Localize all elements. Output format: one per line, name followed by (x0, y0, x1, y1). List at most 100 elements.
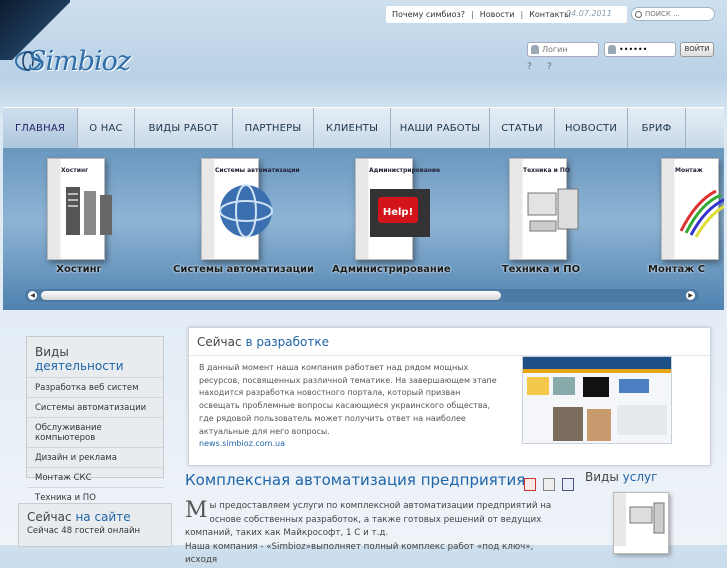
services-title: Виды услуг (585, 470, 657, 484)
contacts-link[interactable]: Контакты (529, 10, 570, 19)
product-box: Администрирование Help! (355, 158, 440, 260)
dev-title-accent: в разработке (245, 335, 330, 349)
print-icon[interactable] (542, 478, 555, 491)
current-date: 04.07.2011 (566, 9, 612, 18)
article-dropcap: М (185, 498, 208, 523)
activities-title-plain: Виды (35, 345, 69, 359)
dev-title: Сейчас в разработке (197, 335, 329, 349)
screenshot-thumb (583, 377, 609, 397)
activity-item-sks[interactable]: Монтаж СКС (27, 468, 163, 488)
nav-item-work-types[interactable]: ВИДЫ РАБОТ (135, 108, 233, 148)
article-body: М ы предоставляем услуги по комплексной … (185, 500, 555, 568)
services-title-plain: Виды (585, 470, 619, 484)
in-development-panel: Сейчас в разработке В данный момент наша… (188, 327, 711, 466)
nav-item-our-works[interactable]: НАШИ РАБОТЫ (391, 108, 490, 148)
nav-item-news[interactable]: НОВОСТИ (555, 108, 628, 148)
search-input[interactable] (642, 10, 707, 18)
scroll-thumb[interactable] (41, 291, 501, 300)
user-icon (531, 45, 539, 54)
activity-item-design[interactable]: Дизайн и реклама (27, 448, 163, 468)
screenshot-photo (587, 409, 611, 441)
services-title-accent: услуг (622, 470, 658, 484)
search-icon (635, 10, 642, 18)
globe-icon (219, 184, 273, 238)
dev-description-text: В данный момент наша компания работает н… (199, 363, 497, 436)
nav-item-clients[interactable]: КЛИЕНТЫ (314, 108, 391, 148)
nav-item-articles[interactable]: СТАТЬИ (490, 108, 555, 148)
article-text-2: Наша компания - «Simbioz»выполняет полны… (185, 541, 534, 566)
dev-title-plain: Сейчас (197, 335, 242, 349)
login-field[interactable] (527, 42, 599, 57)
email-icon[interactable] (561, 478, 574, 491)
search-box[interactable] (631, 7, 715, 21)
online-title: Сейчас на сайте (19, 504, 171, 526)
nav-item-partners[interactable]: ПАРТНЕРЫ (233, 108, 314, 148)
online-panel: Сейчас на сайте Сейчас 48 гостей онлайн (18, 503, 172, 547)
product-box: Хостинг (47, 158, 112, 260)
slider-caption: Хостинг (56, 264, 102, 275)
server-rack-icon (66, 187, 112, 235)
computer-equipment-icon (614, 493, 665, 546)
dev-description: В данный момент наша компания работает н… (199, 362, 499, 451)
slider-caption: Администрирование (332, 264, 451, 275)
nav-item-brief[interactable]: БРИФ (628, 108, 686, 148)
separator: | (471, 10, 474, 19)
box-label: Монтаж (675, 167, 703, 174)
activities-title: Виды деятельности (27, 337, 163, 378)
screenshot-header (523, 357, 671, 369)
online-title-accent: на сайте (75, 510, 131, 524)
password-field[interactable] (604, 42, 676, 57)
slider-caption: Монтаж С (648, 264, 706, 275)
product-box: Монтаж (661, 158, 724, 260)
slider-item-installation[interactable]: Монтаж Монтаж С (648, 158, 724, 278)
product-slider: Хостинг Хостинг Системы автоматизации Си… (3, 148, 724, 310)
login-button[interactable]: ВОЙТИ (680, 42, 714, 57)
why-simbioz-link[interactable]: Почему симбиоз? (392, 10, 465, 19)
activity-item-automation[interactable]: Системы автоматизации (27, 398, 163, 418)
online-count-text: Сейчас 48 гостей онлайн (27, 526, 141, 536)
register-icon[interactable]: ? (547, 62, 561, 76)
product-box: Системы автоматизации (201, 158, 300, 260)
key-icon (608, 45, 616, 54)
nav-item-home[interactable]: ГЛАВНАЯ (3, 108, 78, 148)
box-label: Техника и ПО (523, 167, 571, 174)
article-tools (524, 478, 578, 494)
password-input[interactable] (616, 44, 671, 55)
product-box: Техника и ПО (509, 158, 579, 260)
site-logo[interactable]: Simbioz (14, 44, 131, 84)
login-input[interactable] (539, 44, 594, 55)
online-title-plain: Сейчас (27, 510, 72, 524)
forgot-password-icon[interactable]: ? (527, 62, 541, 76)
screenshot-thumb (553, 377, 575, 395)
news-portal-screenshot[interactable] (522, 356, 672, 444)
box-label: Системы автоматизации (215, 167, 300, 174)
slider-item-hardware[interactable]: Техника и ПО Техника и ПО (502, 158, 626, 278)
activities-title-accent: деятельности (35, 359, 124, 373)
nav-item-about[interactable]: О НАС (78, 108, 135, 148)
screenshot-thumb (527, 377, 549, 395)
news-portal-link[interactable]: news.simbioz.com.ua (199, 439, 285, 448)
scroll-right-icon[interactable]: ▶ (686, 291, 695, 300)
activity-item-maintenance[interactable]: Обслуживание компьютеров (27, 418, 163, 448)
screenshot-photo (553, 407, 583, 441)
activity-item-web[interactable]: Разработка веб систем (27, 378, 163, 398)
news-link[interactable]: Новости (480, 10, 515, 19)
screenshot-bar (523, 369, 671, 373)
computer-equipment-icon (527, 188, 579, 232)
help-badge: Help! (383, 207, 413, 218)
screenshot-text-block (617, 405, 667, 435)
cables-icon (679, 189, 724, 238)
slider-caption: Техника и ПО (501, 264, 581, 275)
box-label: Хостинг (61, 167, 89, 174)
slider-item-hosting[interactable]: Хостинг Хостинг (44, 158, 164, 278)
activities-panel: Виды деятельности Разработка веб систем … (26, 336, 164, 503)
login-form: ВОЙТИ ? ? (525, 38, 717, 82)
help-key-icon: Help! (370, 189, 430, 237)
pdf-icon[interactable] (524, 478, 536, 491)
slider-caption: Системы автоматизации (173, 264, 315, 275)
main-nav: ГЛАВНАЯ О НАС ВИДЫ РАБОТ ПАРТНЕРЫ КЛИЕНТ… (3, 107, 724, 149)
scroll-left-icon[interactable]: ◀ (28, 291, 37, 300)
slider-item-administration[interactable]: Администрирование Help! Администрировани… (332, 158, 472, 278)
slider-scrollbar[interactable]: ◀ ▶ (25, 289, 699, 302)
slider-item-automation[interactable]: Системы автоматизации Системы автоматиза… (173, 158, 318, 278)
